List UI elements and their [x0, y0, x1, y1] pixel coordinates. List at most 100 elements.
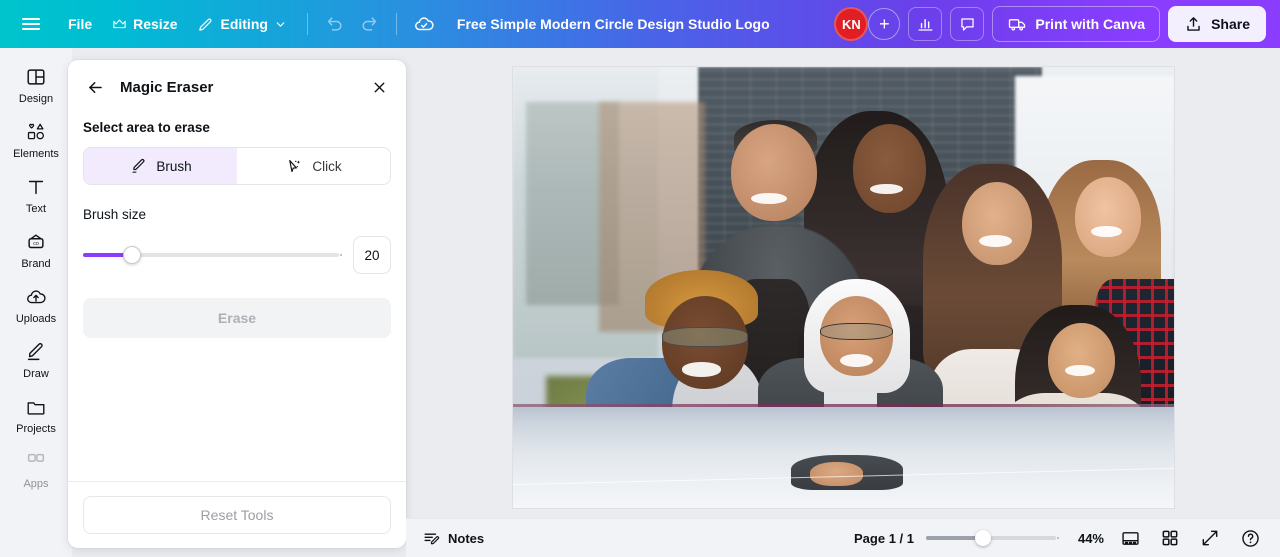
- insights-button[interactable]: [908, 7, 943, 41]
- brush-pen-icon: [132, 158, 145, 173]
- brush-size-slider-handle[interactable]: [122, 246, 141, 264]
- panel-body: Select area to erase Brush Click Brush s…: [68, 110, 406, 481]
- print-with-canva-button[interactable]: Print with Canva: [992, 6, 1161, 42]
- sidebar-item-uploads[interactable]: Uploads: [4, 278, 68, 331]
- page-view-button[interactable]: [1116, 524, 1144, 552]
- brush-size-label: Brush size: [83, 207, 147, 222]
- reset-tools-button[interactable]: Reset Tools: [83, 496, 391, 534]
- grid-view-button[interactable]: [1156, 524, 1184, 552]
- brush-size-input[interactable]: 20: [353, 236, 391, 274]
- photo-person-6-glasses: [820, 322, 894, 341]
- add-collaborator-button[interactable]: +: [868, 8, 901, 40]
- sidebar-item-label: Elements: [13, 148, 59, 160]
- redo-button[interactable]: [352, 7, 386, 41]
- brush-size-value: 20: [364, 247, 380, 263]
- photo-person-4-head: [1074, 177, 1141, 257]
- undo-icon: [327, 17, 342, 31]
- file-menu-button[interactable]: File: [58, 8, 102, 40]
- photo-person-6-smile: [840, 353, 874, 367]
- truck-icon: [1009, 19, 1026, 31]
- grid-view-icon: [1162, 530, 1178, 546]
- top-toolbar-right-group: + KN Print with Canva Share: [834, 6, 1280, 42]
- erase-mode-segmented-control: Brush Click: [83, 147, 391, 185]
- erase-button-label: Erase: [217, 310, 257, 326]
- photo-person-3-smile: [979, 234, 1013, 247]
- zoom-slider-handle[interactable]: [975, 530, 992, 546]
- design-title[interactable]: Free Simple Modern Circle Design Studio …: [457, 16, 770, 32]
- folder-icon: [27, 402, 45, 415]
- sidebar-item-label: Design: [18, 93, 54, 105]
- share-button[interactable]: Share: [1168, 6, 1266, 42]
- sidebar-item-elements[interactable]: Elements: [4, 113, 68, 166]
- bottom-toolbar: Notes Page 1 / 1 44%: [406, 518, 1280, 557]
- panel-close-button[interactable]: [366, 74, 392, 100]
- magic-cursor-icon: [289, 159, 301, 172]
- layout-panels-icon: [27, 69, 45, 85]
- sidebar-item-draw[interactable]: Draw: [4, 333, 68, 386]
- page-indicator[interactable]: Page 1 / 1: [854, 531, 914, 546]
- svg-text:co: co: [33, 241, 39, 247]
- editing-mode-button[interactable]: Editing: [187, 8, 296, 40]
- bar-chart-icon: [918, 18, 933, 31]
- photo-person-2-head: [853, 124, 927, 213]
- photo-person-4-smile: [1091, 225, 1122, 238]
- sidebar-item-text[interactable]: Text: [4, 168, 68, 221]
- photo-person-7-head: [1048, 322, 1115, 398]
- avatar-initials: KN: [842, 16, 861, 32]
- sidebar-item-label: Text: [25, 203, 47, 215]
- fullscreen-button[interactable]: [1196, 524, 1224, 552]
- notes-label: Notes: [448, 530, 485, 546]
- reset-tools-label: Reset Tools: [200, 507, 274, 523]
- photo-person-6-hand: [810, 461, 864, 486]
- pencil-icon: [199, 18, 212, 31]
- pen-draw-icon: [27, 343, 43, 361]
- magic-eraser-panel: Magic Eraser Select area to erase Brush: [68, 60, 406, 548]
- arrow-left-icon: [88, 81, 102, 93]
- toolbar-divider-1: [306, 13, 308, 35]
- brush-size-row: 20: [83, 236, 391, 274]
- expand-arrows-icon: [1202, 530, 1218, 546]
- sidebar-item-label: Projects: [16, 423, 56, 435]
- brush-size-slider-max-dot: [340, 254, 342, 256]
- notes-button[interactable]: Notes: [422, 529, 484, 548]
- sidebar-item-brand[interactable]: co Brand: [4, 223, 68, 276]
- undo-button[interactable]: [318, 7, 352, 41]
- page-view-icon: [1121, 531, 1139, 545]
- apps-grid-icon: [27, 453, 45, 462]
- panel-footer: Reset Tools: [68, 481, 406, 548]
- sidebar-item-design[interactable]: Design: [4, 58, 68, 111]
- zoom-slider-max-dot: [1057, 537, 1059, 539]
- photo-person-1-head: [731, 124, 818, 222]
- crown-icon: [113, 19, 126, 28]
- panel-header: Magic Eraser: [68, 60, 406, 110]
- sidebar-item-label: Apps: [23, 478, 49, 490]
- zoom-percent-label[interactable]: 44%: [1068, 531, 1104, 546]
- avatar[interactable]: KN: [834, 7, 869, 41]
- zoom-slider[interactable]: [926, 530, 1059, 546]
- help-button[interactable]: [1236, 524, 1264, 552]
- help-circle-icon: [1241, 529, 1259, 547]
- erase-mode-click-option[interactable]: Click: [237, 148, 390, 184]
- upload-icon: [1187, 16, 1200, 31]
- resize-label: Resize: [133, 16, 178, 32]
- sidebar-item-apps[interactable]: Apps: [4, 443, 68, 496]
- panel-title: Magic Eraser: [120, 78, 214, 96]
- erase-button[interactable]: Erase: [83, 298, 391, 338]
- hamburger-icon[interactable]: [14, 7, 48, 41]
- sidebar-item-label: Brand: [21, 258, 51, 270]
- comments-button[interactable]: [950, 7, 985, 41]
- canvas-photo-element[interactable]: [513, 67, 1174, 508]
- brush-size-slider[interactable]: [83, 246, 342, 264]
- file-menu-label: File: [68, 16, 93, 32]
- cloud-upload-icon: [27, 290, 46, 304]
- panel-back-button[interactable]: [82, 74, 108, 100]
- sidebar-item-label: Uploads: [15, 313, 57, 325]
- sidebar-item-projects[interactable]: Projects: [4, 388, 68, 441]
- resize-button[interactable]: Resize: [102, 8, 187, 40]
- erase-mode-brush-option[interactable]: Brush: [84, 148, 237, 184]
- text-t-icon: [28, 180, 44, 195]
- erase-mode-click-label: Click: [312, 158, 342, 174]
- close-icon: [374, 82, 384, 92]
- top-toolbar: File Resize Editing Free Simple Modern C…: [0, 0, 1280, 48]
- cloud-sync-status-button[interactable]: [407, 7, 441, 41]
